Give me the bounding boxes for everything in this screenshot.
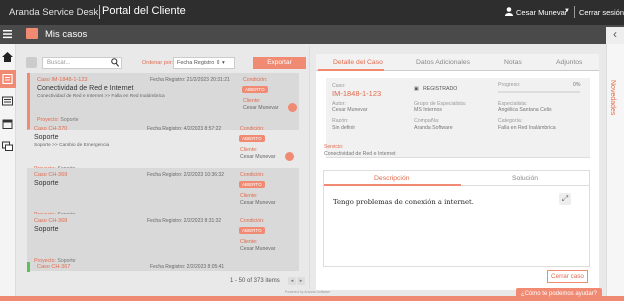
case-date: Fecha Registro: 2/2/2023 8:05:41 bbox=[150, 264, 225, 270]
case-title: Soporte bbox=[34, 226, 59, 233]
export-button[interactable]: Exportar bbox=[253, 57, 306, 69]
search-icon[interactable] bbox=[111, 58, 119, 67]
condition-label: Condición: bbox=[240, 172, 265, 178]
powered-by: Powered by Aranda Software bbox=[285, 290, 331, 294]
case-id: Caso CH-368 bbox=[34, 218, 68, 224]
status-badge: ABIERTO bbox=[239, 181, 265, 188]
catalog-icon[interactable] bbox=[2, 96, 13, 106]
client-label: Cliente: bbox=[240, 147, 258, 153]
progress-value: 0% bbox=[573, 82, 581, 88]
reason-value: Sin definir bbox=[332, 125, 356, 131]
condition-label: Condición: bbox=[240, 126, 265, 132]
client-label: Cliente: bbox=[240, 193, 258, 199]
filter-icon[interactable] bbox=[26, 57, 37, 68]
client-value: Cesar Munevar bbox=[240, 246, 276, 252]
company-label: Compañía: bbox=[414, 118, 440, 124]
novedades-tab[interactable]: Novedades bbox=[609, 80, 616, 115]
case-date: Fecha Registro: 21/2/2023 20:31:21 bbox=[150, 77, 230, 83]
service-value: Conectividad de Red e Internet bbox=[324, 151, 396, 157]
client-label: Cliente: bbox=[240, 239, 258, 245]
pager-text: 1 - 50 of 373 items bbox=[230, 278, 280, 284]
search-input[interactable]: Buscar... bbox=[42, 57, 122, 69]
author-value: Cesar Munevar bbox=[332, 107, 368, 113]
case-desc: Conectividad de Red e Internet >> Falla … bbox=[37, 94, 165, 99]
logout-divider bbox=[574, 6, 575, 18]
tab-datos-adicionales[interactable]: Datos Adicionales bbox=[416, 59, 470, 66]
case-desc: Soporte >> Cambio de Emergencia bbox=[34, 143, 110, 148]
description-text: Tengo problemas de conexión a internet. bbox=[333, 198, 474, 206]
tab-adjuntos[interactable]: Adjuntos bbox=[556, 59, 582, 66]
case-title: Conectividad de Red e Internet bbox=[37, 85, 134, 92]
app-title: Portal del Cliente bbox=[102, 5, 186, 17]
chat-icon[interactable] bbox=[285, 152, 294, 161]
calendar-icon[interactable] bbox=[2, 119, 13, 129]
tab-detalle[interactable]: Detalle del Caso bbox=[333, 59, 383, 66]
user-name[interactable]: Cesar Munevar bbox=[516, 8, 567, 17]
case-id: Caso IM-1848-1-123 bbox=[37, 77, 88, 83]
case-id: Caso CH-367 bbox=[37, 264, 71, 270]
client-value: Cesar Munevar bbox=[243, 105, 279, 111]
case-id-value: IM-1848-1-123 bbox=[332, 89, 382, 98]
tab-underline bbox=[318, 69, 384, 71]
company-value: Aranda Software bbox=[414, 125, 453, 131]
client-label: Cliente: bbox=[243, 98, 261, 104]
section-title: Mis casos bbox=[45, 29, 88, 40]
category-label: Categoría: bbox=[498, 118, 523, 124]
status-badge: ABIERTO bbox=[239, 227, 265, 234]
desc-tab-underline bbox=[324, 184, 461, 186]
status-badge: ABIERTO bbox=[239, 135, 265, 142]
help-button[interactable]: ¿Cómo te podemos ayudar? bbox=[516, 288, 602, 301]
client-value: Cesar Munevar bbox=[240, 200, 276, 206]
section-bar bbox=[0, 25, 624, 44]
category-value: Falla en Red Inalámbrica bbox=[498, 125, 556, 131]
chevron-down-icon[interactable]: ▼ bbox=[564, 8, 570, 14]
order-value: Fecha Registro bbox=[177, 60, 215, 66]
user-icon bbox=[505, 7, 513, 16]
pane-divider bbox=[309, 46, 310, 289]
client-value: Cesar Munevar bbox=[240, 154, 276, 160]
order-label: Ordenar por: bbox=[142, 60, 174, 66]
tab-descripcion[interactable]: Descripción bbox=[374, 175, 410, 182]
brand-logo: Aranda Service Desk bbox=[9, 7, 99, 18]
case-date: Fecha Registro: 4/2/2023 8:57:22 bbox=[147, 126, 222, 132]
status-value: REGISTRADO bbox=[423, 86, 458, 92]
progress-label: Progreso: bbox=[498, 82, 521, 88]
reason-label: Razón: bbox=[332, 118, 349, 124]
title-divider bbox=[99, 5, 100, 19]
home-icon[interactable] bbox=[2, 52, 13, 62]
expand-icon[interactable]: ⤢ bbox=[559, 193, 571, 205]
status-icon: ▣ bbox=[414, 86, 419, 92]
close-case-button[interactable]: Cerrar caso bbox=[547, 270, 588, 283]
condition-label: Condición: bbox=[243, 77, 268, 83]
group-value: MS Internos bbox=[414, 107, 442, 113]
tab-solucion[interactable]: Solución bbox=[512, 175, 538, 182]
chat-icon[interactable] bbox=[288, 103, 297, 112]
folder-icon bbox=[26, 28, 38, 39]
status-badge: ABIERTO bbox=[242, 86, 268, 93]
menu-icon[interactable] bbox=[3, 29, 12, 39]
case-id: Caso CH-370 bbox=[34, 126, 68, 132]
case-title: Soporte bbox=[34, 180, 59, 187]
logout-link[interactable]: Cerrar sesión bbox=[579, 8, 624, 17]
service-label: Servicio: bbox=[324, 144, 344, 150]
order-select[interactable]: Fecha Registro ⇕ ▾ bbox=[173, 57, 235, 69]
condition-label: Condición: bbox=[240, 218, 265, 224]
next-page-button[interactable]: ▸ bbox=[297, 277, 305, 285]
tab-notas[interactable]: Notas bbox=[504, 59, 522, 66]
cases-icon[interactable] bbox=[2, 74, 13, 84]
chevron-left-icon[interactable]: ‹ bbox=[606, 27, 624, 44]
case-card[interactable]: Caso CH-367 Fecha Registro: 2/2/2023 8:0… bbox=[27, 262, 299, 272]
prev-page-button[interactable]: ◂ bbox=[288, 277, 296, 285]
specialist-value: Angélica Santana Celis bbox=[498, 107, 552, 113]
case-date: Fecha Registro: 2/2/2023 10:36:32 bbox=[147, 172, 224, 178]
case-id: Caso CH-369 bbox=[34, 172, 68, 178]
case-date: Fecha Registro: 2/2/2023 8:31:32 bbox=[147, 218, 222, 224]
case-title: Soporte bbox=[34, 134, 59, 141]
knowledge-icon[interactable] bbox=[2, 141, 13, 151]
progress-bar bbox=[498, 91, 580, 93]
